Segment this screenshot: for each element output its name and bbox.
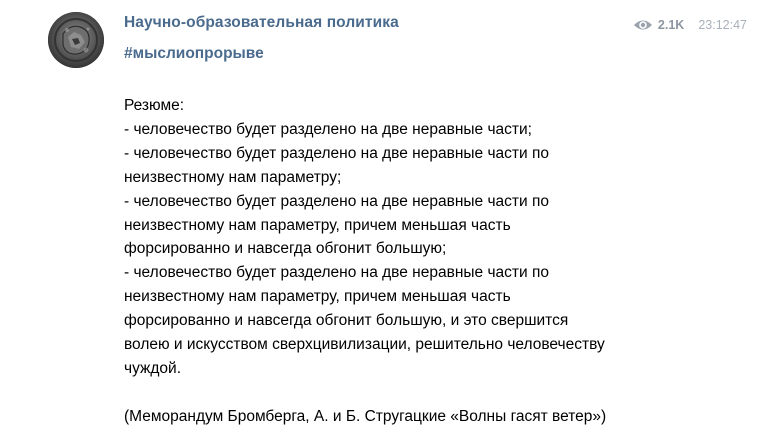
post-meta: 2.1K 23:12:47 bbox=[633, 16, 747, 34]
avatar-image bbox=[48, 12, 104, 68]
hashtag-link[interactable]: #мыслиопрорыве bbox=[124, 45, 264, 63]
eye-icon bbox=[633, 18, 653, 32]
post-time[interactable]: 23:12:47 bbox=[698, 18, 747, 32]
channel-avatar[interactable] bbox=[48, 12, 104, 68]
views-count: 2.1K bbox=[657, 18, 685, 32]
channel-name[interactable]: Научно-образовательная политика bbox=[124, 14, 399, 32]
message-text: Резюме: - человечество будет разделено н… bbox=[124, 97, 607, 425]
channel-post: Научно-образовательная политика 2.1K 23:… bbox=[0, 0, 764, 440]
